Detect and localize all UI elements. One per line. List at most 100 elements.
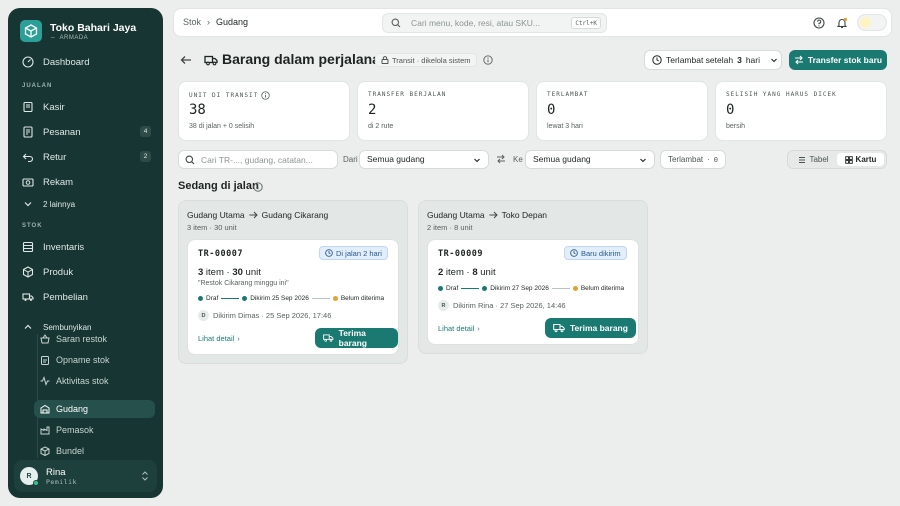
shortcut-hint: Ctrl+K <box>571 17 601 29</box>
sidebar-item-pembelian[interactable]: Pembelian <box>22 289 155 305</box>
store-logo-icon <box>20 20 42 42</box>
transfer-timeline: Draf Dikirim 25 Sep 2026 Belum diterima <box>198 295 384 302</box>
global-search-input[interactable]: Cari menu, kode, resi, atau SKU... Ctrl+… <box>382 13 607 33</box>
route-lane: Gudang Utama Toko Depan 2 item · 8 unit … <box>418 200 648 354</box>
sidebar-item-rekam[interactable]: Rekam <box>22 174 155 190</box>
transfer-card[interactable]: TR-00007 Di jalan 2 hari 3 item · 30 uni… <box>187 239 399 355</box>
stat-label: UNIT DI TRANSIT <box>189 92 259 99</box>
late-threshold-selector[interactable]: Terlambat setelah 3 hari <box>644 50 782 70</box>
view-card-button[interactable]: Kartu <box>837 153 884 166</box>
help-icon[interactable] <box>813 17 825 29</box>
transfer-search-input[interactable]: Cari TR-..., gudang, catatan... <box>178 150 338 169</box>
stat-sub: lewat 3 hari <box>547 123 583 130</box>
inventory-icon <box>22 241 34 253</box>
step-done-dot <box>438 286 443 291</box>
sidebar-item-retur[interactable]: Retur 2 <box>22 149 155 165</box>
lock-icon <box>381 56 389 64</box>
transfer-card[interactable]: TR-00009 Baru dikirim 2 item · 8 unit Dr… <box>427 239 639 345</box>
sidebar-item-produk[interactable]: Produk <box>22 264 155 280</box>
view-detail-link[interactable]: Lihat detail › <box>198 334 240 343</box>
back-arrow-icon[interactable] <box>179 53 193 67</box>
section-jualan: JUALAN <box>22 83 53 89</box>
avatar: R <box>20 467 39 486</box>
late-filter-count: 0 <box>713 155 718 164</box>
late-value: 3 <box>737 55 742 65</box>
stat-late: TERLAMBAT 0 lewat 3 hari <box>536 81 708 141</box>
truck-icon <box>323 334 334 342</box>
sidebar-item-inventaris[interactable]: Inventaris <box>22 239 155 255</box>
view-toggle: Tabel Kartu <box>787 150 887 169</box>
transfer-timeline: Draf Dikirim 27 Sep 2026 Belum diterima <box>438 285 624 292</box>
info-icon[interactable] <box>261 91 270 100</box>
info-icon[interactable] <box>483 55 493 65</box>
breadcrumb-gudang: Gudang <box>216 17 249 27</box>
new-transfer-button[interactable]: Transfer stok baru <box>789 50 887 70</box>
step-label: Draf <box>446 285 459 292</box>
truck-icon <box>22 293 34 301</box>
topbar: Stok › Gudang Cari menu, kode, resi, ata… <box>173 8 892 37</box>
route-meta: 2 item · 8 unit <box>427 223 473 232</box>
chevron-right-icon: › <box>477 324 480 333</box>
notification-bell-icon[interactable] <box>836 17 848 29</box>
sidebar-item-pesanan[interactable]: Pesanan 4 <box>22 124 155 140</box>
late-filter-chip[interactable]: Terlambat · 0 <box>660 150 726 169</box>
sidebar-item-label: Saran restok <box>56 334 108 344</box>
sidebar-item-kasir[interactable]: Kasir <box>22 99 155 115</box>
receive-goods-button[interactable]: Terima barang <box>545 318 636 338</box>
grid-icon <box>844 155 853 164</box>
from-warehouse-select[interactable]: Semua gudang <box>359 150 489 169</box>
link-icon: ⇔ <box>50 34 57 41</box>
view-table-button[interactable]: Tabel <box>790 153 837 166</box>
receive-goods-button[interactable]: Terima barang <box>315 328 398 348</box>
section-stok: STOK <box>22 223 43 229</box>
sidebar-item-bundel[interactable]: Bundel <box>34 442 155 460</box>
step-label: Belum diterima <box>340 295 385 302</box>
avatar: D <box>198 310 209 321</box>
stat-value: 0 <box>547 102 556 118</box>
sidebar-item-label: Bundel <box>56 446 85 456</box>
sidebar-item-opname-stok[interactable]: Opname stok <box>34 351 155 369</box>
brand[interactable]: Toko Bahari Jaya ⇔ ARMADA <box>20 20 136 42</box>
route-from: Gudang Utama <box>187 210 245 220</box>
transfer-code: TR-00007 <box>198 249 243 259</box>
route-header: Gudang Utama Toko Depan <box>427 210 547 220</box>
clipboard-icon <box>41 356 49 365</box>
brand-sub: ARMADA <box>59 34 89 41</box>
sidebar-item-gudang[interactable]: Gudang <box>34 400 155 418</box>
sidebar-more-toggle[interactable]: 2 lainnya <box>22 196 155 212</box>
step-pending-dot <box>332 296 338 301</box>
view-detail-link[interactable]: Lihat detail › <box>438 324 480 333</box>
chevron-down-icon <box>474 158 480 163</box>
sidebar-item-saran-restok[interactable]: Saran restok <box>34 330 155 348</box>
transfer-arrows-icon <box>794 55 803 65</box>
stat-discrepancies: SELISIH YANG HARUS DICEK 0 bersih <box>715 81 887 141</box>
return-icon <box>22 153 34 163</box>
breadcrumb-stok[interactable]: Stok <box>183 17 201 27</box>
sidebar-item-aktivitas-stok[interactable]: Aktivitas stok <box>34 372 155 390</box>
chevron-right-icon: › <box>237 334 240 343</box>
avatar: R <box>438 300 449 311</box>
route-meta: 3 item · 30 unit <box>187 223 237 232</box>
stat-sub: 38 di jalan + 0 selisih <box>189 123 255 130</box>
stat-active-transfers: TRANSFER BERJALAN 2 di 2 rute <box>357 81 529 141</box>
sidebar-item-label: Kasir <box>43 101 65 113</box>
stat-label: TRANSFER BERJALAN <box>368 91 447 98</box>
swap-icon[interactable] <box>496 154 506 164</box>
transfer-quantity: 2 item · 8 unit <box>438 267 496 278</box>
list-icon <box>799 156 806 163</box>
sidebar-item-label: Rekam <box>43 176 74 188</box>
truck-icon <box>204 55 218 66</box>
info-icon[interactable] <box>253 182 263 192</box>
sidebar-item-pemasok[interactable]: Pemasok <box>34 421 155 439</box>
clock-icon <box>652 55 662 65</box>
sidebar-item-dashboard[interactable]: Dashboard <box>22 54 155 70</box>
record-icon <box>22 178 34 187</box>
stat-value: 38 <box>189 102 206 118</box>
user-menu[interactable]: R Rina Pemilik <box>14 460 157 492</box>
product-icon <box>22 266 34 278</box>
to-warehouse-select[interactable]: Semua gudang <box>525 150 655 169</box>
theme-toggle[interactable] <box>857 14 887 31</box>
stat-sub: di 2 rute <box>368 123 394 130</box>
system-managed-chip: Transit · dikelola sistem <box>375 53 477 67</box>
sender-info: D Dikirim Dimas · 25 Sep 2026, 17:46 <box>198 310 331 321</box>
